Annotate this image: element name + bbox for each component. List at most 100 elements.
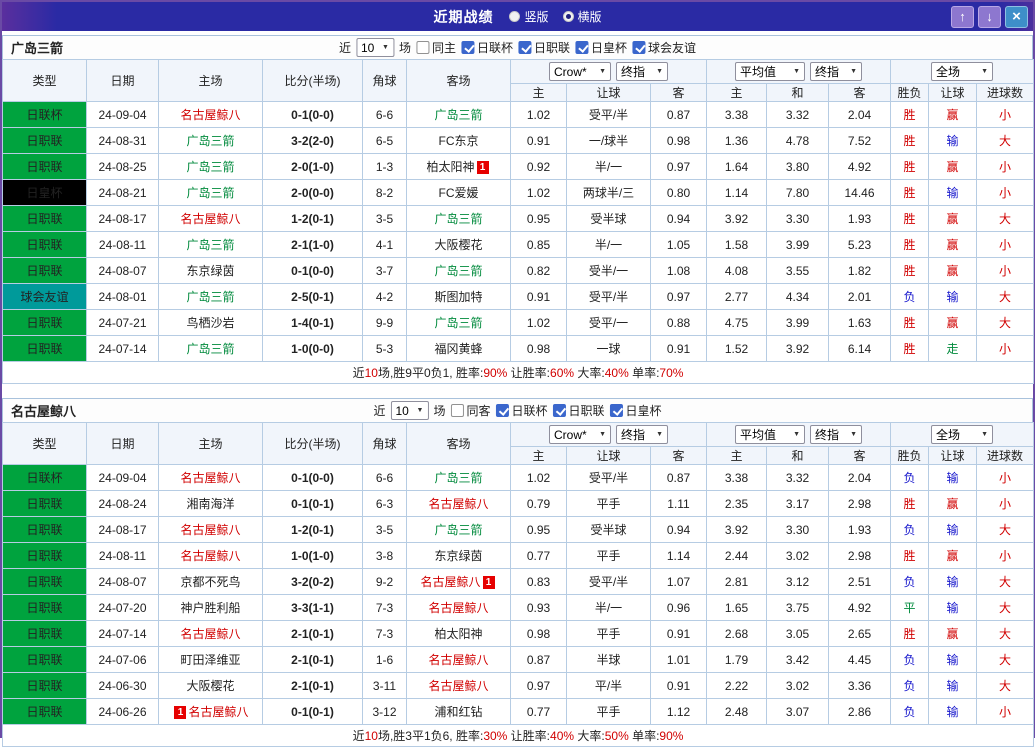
team-link: 广岛三箭 [186,238,235,252]
same-venue-checkbox[interactable]: 同客 [450,402,491,419]
summary-segment: 60% [550,366,575,380]
goals-result-cell: 小 [976,490,1035,517]
away-odds-cell: 1.01 [650,646,707,673]
home-team-cell: 名古屋鲸八 [158,542,263,569]
close-button[interactable]: × [1005,5,1028,28]
team-link: 东京绿茵 [434,549,483,563]
result-cell: 胜 [890,542,930,569]
bookmaker-stage-select[interactable]: 终指 ▼ [616,62,668,81]
goals-result-cell: 大 [976,516,1035,543]
recent-results-window: 近期战绩 竖版 横版 ↑ ↓ × 广岛三箭近 10 ▼ 场同主 日联杯 日职联 日皇杯 球会友谊 类型… [0,0,1035,747]
team-link: 名古屋鲸八 [188,705,249,719]
home-odds-cell: 0.79 [510,490,567,517]
column-header: 让球 [928,446,978,465]
recent-count-select[interactable]: 10 ▼ [390,401,429,420]
home-team-cell: 名古屋鲸八 [158,620,263,647]
team-link: 名古屋鲸八 [428,679,489,693]
average-stage-select[interactable]: 终指 ▼ [810,62,863,81]
bookmaker-select[interactable]: Crow* ▼ [549,425,611,444]
team-link: 鸟栖沙岩 [186,316,235,330]
recent-count-select[interactable]: 10 ▼ [355,38,394,57]
avg-draw-cell: 3.12 [766,568,829,595]
layout-radio-vertical[interactable]: 竖版 [509,8,549,25]
average-select[interactable]: 平均值 ▼ [735,62,806,81]
checkbox-label: 日职联 [568,404,605,418]
score-cell: 1-2(0-1) [262,205,363,232]
away-team-cell: 广岛三箭 [406,309,511,336]
corners-cell: 4-1 [362,231,407,258]
league-checkbox[interactable]: 日皇杯 [575,39,627,56]
away-odds-cell: 0.91 [650,672,707,699]
corners-cell: 3-12 [362,698,407,725]
avg-home-cell: 2.77 [706,283,767,310]
date-cell: 24-08-07 [86,257,159,284]
goals-result-cell: 大 [976,568,1035,595]
competition-cell: 日职联 [2,568,87,595]
column-header: 比分(半场) [262,422,363,465]
home-team-cell: 大阪樱花 [158,672,263,699]
results-table: 类型 日期 主场 比分(半场) 角球 客场 Crow* ▼ 终指 ▼ 平均值 ▼ 终指 ▼ 全场 ▼ 主让球客主… [1,422,1035,747]
league-checkbox[interactable]: 日联杯 [495,402,548,419]
bookmaker-stage-select[interactable]: 终指 ▼ [616,425,668,444]
league-checkbox[interactable]: 日联杯 [460,39,513,56]
team-link: 名古屋鲸八 [180,549,241,563]
handicap-result-cell: 输 [928,179,978,206]
avg-draw-cell: 3.02 [766,672,829,699]
score-cell: 3-2(2-0) [262,127,363,154]
checkbox-label: 日联杯 [511,404,548,418]
handicap-result-cell: 输 [928,568,978,595]
scope-header: 全场 ▼ [890,422,1035,447]
column-header: 主 [510,83,567,102]
avg-home-cell: 2.68 [706,620,767,647]
home-odds-cell: 1.02 [510,464,567,491]
bookmaker-select[interactable]: Crow* ▼ [549,62,611,81]
select-value: 终指 [815,65,840,79]
scroll-down-button[interactable]: ↓ [978,5,1001,28]
avg-home-cell: 3.92 [706,516,767,543]
avg-away-cell: 1.82 [827,257,892,284]
away-team-cell: FC爱媛 [406,179,511,206]
match-row: 日职联 24-08-17 名古屋鲸八 1-2(0-1) 3-5 广岛三箭 0.95 受半球 0.… [2,205,1035,232]
team-link: 广岛三箭 [434,108,483,122]
league-checkbox[interactable]: 球会友谊 [632,39,696,56]
home-odds-cell: 0.85 [510,231,567,258]
handicap-line-cell: 平手 [566,490,651,517]
avg-away-cell: 6.14 [827,335,892,362]
corners-cell: 4-2 [362,283,407,310]
home-odds-cell: 0.82 [510,257,567,284]
checkbox-label: 日职联 [534,41,571,55]
same-venue-checkbox[interactable]: 同主 [415,39,456,56]
handicap-result-cell: 输 [928,672,978,699]
league-checkbox[interactable]: 日职联 [518,39,570,56]
league-checkbox[interactable]: 日皇杯 [609,402,662,419]
date-cell: 24-08-25 [86,153,159,180]
scope-select[interactable]: 全场 ▼ [931,62,994,81]
scroll-up-button[interactable]: ↑ [951,5,974,28]
home-odds-cell: 0.92 [510,153,567,180]
select-value: 全场 [936,65,961,79]
away-odds-cell: 0.98 [650,127,707,154]
column-header: 主场 [158,422,263,465]
home-team-cell: 鸟栖沙岩 [158,309,263,336]
summary-segment: 70% [659,366,684,380]
home-odds-cell: 1.02 [510,101,567,128]
avg-away-cell: 4.92 [827,153,892,180]
home-team-cell: 名古屋鲸八 [158,101,263,128]
away-odds-cell: 0.91 [650,620,707,647]
league-checkbox[interactable]: 日职联 [552,402,605,419]
layout-radio-horizontal[interactable]: 横版 [562,8,602,25]
team-section-1: 广岛三箭近 10 ▼ 场同主 日联杯 日职联 日皇杯 球会友谊 类型 日期 主场 比分(半场) 角球 客场… [1,35,1035,384]
scope-select[interactable]: 全场 ▼ [931,425,994,444]
average-stage-select[interactable]: 终指 ▼ [810,425,863,444]
match-row: 日皇杯 24-08-21 广岛三箭 2-0(0-0) 8-2 FC爱媛 1.02 两球半/三 0… [2,179,1035,206]
away-team-cell: FC东京 [406,127,511,154]
team-name: 广岛三箭 [11,41,64,56]
date-cell: 24-07-14 [86,335,159,362]
away-team-cell: 广岛三箭 [406,464,511,491]
avg-home-cell: 1.52 [706,335,767,362]
corners-cell: 3-5 [362,516,407,543]
average-select[interactable]: 平均值 ▼ [735,425,806,444]
column-header: 主场 [158,59,263,102]
competition-cell: 日职联 [2,516,87,543]
team-link: 广岛三箭 [434,523,483,537]
